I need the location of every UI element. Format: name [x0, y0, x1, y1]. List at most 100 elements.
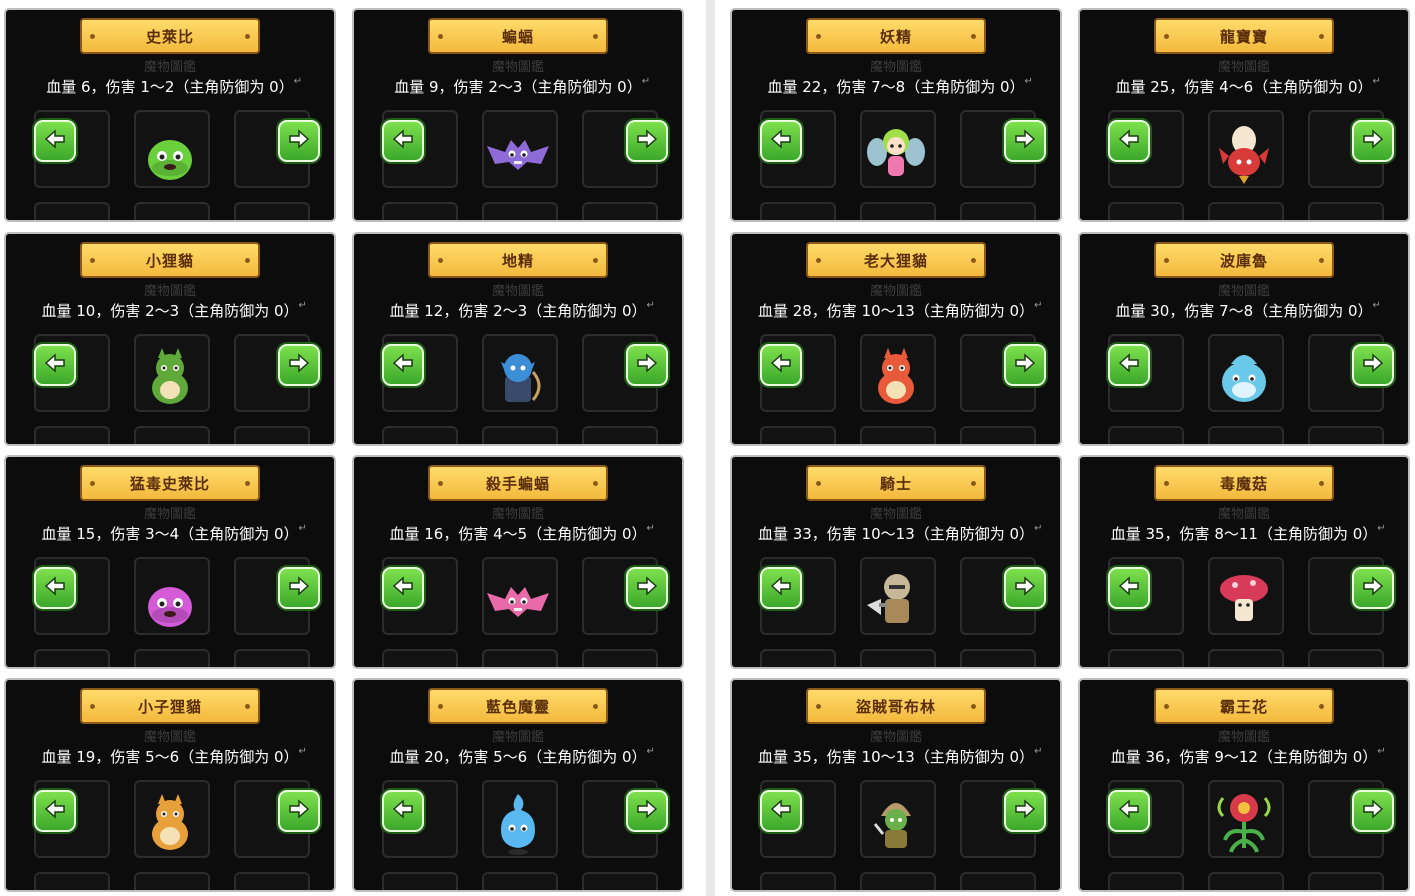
monster-name: 殺手蝙蝠: [485, 474, 550, 493]
monster-name: 龍寶寶: [1219, 27, 1268, 46]
mushroom-icon: [1209, 565, 1279, 635]
monster-stat-text: 血量 22，伤害 7～8（主角防御为 0）: [767, 78, 1025, 96]
bat-icon: [483, 565, 553, 635]
monster-card: 毒魔菇 魔物圖鑑 血量 35，伤害 8～11（主角防御为 0） ↵: [1078, 455, 1410, 669]
monster-stat-text: 血量 20，伤害 5～6（主角防御为 0）: [389, 748, 647, 766]
next-monster-button[interactable]: [1352, 567, 1394, 609]
next-monster-button[interactable]: [278, 567, 320, 609]
next-monster-button[interactable]: [1352, 344, 1394, 386]
prev-monster-button[interactable]: [34, 344, 76, 386]
monster-card: 老大狸貓 魔物圖鑑 血量 28，伤害 10～13（主角防御为 0） ↵: [730, 232, 1062, 446]
monster-stats: 血量 15，伤害 3～4（主角防御为 0） ↵: [6, 523, 334, 544]
next-monster-button[interactable]: [1004, 344, 1046, 386]
slot-frame: [382, 649, 458, 667]
prev-monster-button[interactable]: [382, 567, 424, 609]
next-monster-button[interactable]: [1004, 120, 1046, 162]
monster-stat-text: 血量 33，伤害 10～13（主角防御为 0）: [757, 525, 1035, 543]
nail-icon: [1319, 34, 1324, 39]
monster-stat-text: 血量 16，伤害 4～5（主角防御为 0）: [389, 525, 647, 543]
slot-frame: [34, 426, 110, 444]
nail-icon: [90, 704, 95, 709]
monster-stats: 血量 33，伤害 10～13（主角防御为 0） ↵: [732, 523, 1060, 544]
next-monster-button[interactable]: [1004, 567, 1046, 609]
prev-monster-button[interactable]: [34, 120, 76, 162]
paragraph-mark: ↵: [1372, 76, 1381, 87]
arrow-left-icon: [391, 797, 415, 825]
prev-monster-button[interactable]: [1108, 344, 1150, 386]
prev-monster-button[interactable]: [1108, 567, 1150, 609]
slot-frame: [1208, 872, 1284, 890]
ghost-label: 魔物圖鑑: [143, 730, 197, 745]
slot-frame: [582, 872, 658, 890]
monster-name-banner: 史萊比: [80, 18, 260, 54]
monster-name: 騎士: [879, 474, 912, 493]
next-monster-button[interactable]: [1352, 120, 1394, 162]
prev-monster-button[interactable]: [34, 790, 76, 832]
next-monster-button[interactable]: [1352, 790, 1394, 832]
nail-icon: [593, 481, 598, 486]
ghost-label: 魔物圖鑑: [869, 284, 923, 299]
arrow-left-icon: [769, 574, 793, 602]
prev-monster-button[interactable]: [1108, 790, 1150, 832]
next-monster-button[interactable]: [278, 790, 320, 832]
prev-monster-button[interactable]: [34, 567, 76, 609]
arrow-right-icon: [1361, 127, 1385, 155]
monster-card: 波庫魯 魔物圖鑑 血量 30，伤害 7～8（主角防御为 0） ↵: [1078, 232, 1410, 446]
nail-icon: [245, 34, 250, 39]
arrow-right-icon: [635, 797, 659, 825]
next-monster-button[interactable]: [278, 120, 320, 162]
slot-frame: [382, 872, 458, 890]
slot-frame: [960, 872, 1036, 890]
prev-monster-button[interactable]: [382, 790, 424, 832]
paragraph-mark: ↵: [646, 300, 655, 311]
dragon-icon: [1209, 118, 1279, 188]
monster-card: 妖精 魔物圖鑑 血量 22，伤害 7～8（主角防御为 0） ↵: [730, 8, 1062, 222]
prev-monster-button[interactable]: [760, 120, 802, 162]
ghost-label: 魔物圖鑑: [1217, 60, 1271, 75]
slot-frame: [760, 649, 836, 667]
nail-icon: [1319, 481, 1324, 486]
nail-icon: [971, 34, 976, 39]
ghost-label: 魔物圖鑑: [143, 60, 197, 75]
next-monster-button[interactable]: [626, 120, 668, 162]
monster-name-banner: 騎士: [806, 465, 986, 501]
next-monster-button[interactable]: [626, 567, 668, 609]
monster-stats: 血量 35，伤害 8～11（主角防御为 0） ↵: [1080, 523, 1408, 544]
slot-frame: [760, 202, 836, 220]
arrow-right-icon: [1361, 351, 1385, 379]
ghost-label: 魔物圖鑑: [143, 507, 197, 522]
prev-monster-button[interactable]: [1108, 120, 1150, 162]
prev-monster-button[interactable]: [382, 344, 424, 386]
prev-monster-button[interactable]: [760, 344, 802, 386]
next-monster-button[interactable]: [626, 790, 668, 832]
next-monster-button[interactable]: [278, 344, 320, 386]
prev-monster-button[interactable]: [760, 790, 802, 832]
slot-frame: [234, 202, 310, 220]
thief-icon: [861, 788, 931, 858]
prev-monster-button[interactable]: [760, 567, 802, 609]
slot-frame: [1208, 202, 1284, 220]
monster-name: 猛毒史萊比: [129, 474, 210, 493]
monster-card: 霸王花 魔物圖鑑 血量 36，伤害 9～12（主角防御为 0） ↵: [1078, 678, 1410, 892]
slot-frame: [234, 426, 310, 444]
slime-icon: [135, 118, 205, 188]
arrow-right-icon: [287, 797, 311, 825]
arrow-left-icon: [391, 351, 415, 379]
ghost-label: 魔物圖鑑: [491, 507, 545, 522]
slot-frame: [1308, 202, 1384, 220]
monster-stat-text: 血量 6，伤害 1～2（主角防御为 0）: [46, 78, 294, 96]
monster-card: 猛毒史萊比 魔物圖鑑 血量 15，伤害 3～4（主角防御为 0） ↵: [4, 455, 336, 669]
monster-stats: 血量 12，伤害 2～3（主角防御为 0） ↵: [354, 300, 682, 321]
paragraph-mark: ↵: [1034, 523, 1043, 534]
nail-icon: [245, 258, 250, 263]
prev-monster-button[interactable]: [382, 120, 424, 162]
nail-icon: [816, 704, 821, 709]
arrow-right-icon: [1013, 351, 1037, 379]
monster-stat-text: 血量 15，伤害 3～4（主角防御为 0）: [41, 525, 299, 543]
next-monster-button[interactable]: [626, 344, 668, 386]
next-monster-button[interactable]: [1004, 790, 1046, 832]
nail-icon: [816, 258, 821, 263]
ghost-label: 魔物圖鑑: [869, 730, 923, 745]
slot-frame: [760, 426, 836, 444]
nail-icon: [438, 34, 443, 39]
